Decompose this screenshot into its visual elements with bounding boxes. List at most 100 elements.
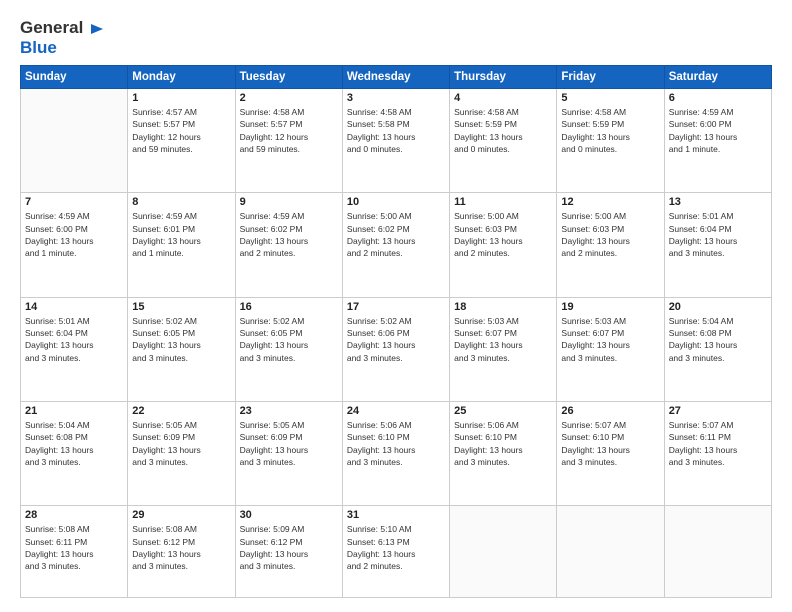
weekday-header-cell: Tuesday (235, 66, 342, 89)
calendar-day-cell: 19Sunrise: 5:03 AM Sunset: 6:07 PM Dayli… (557, 297, 664, 401)
day-info: Sunrise: 5:00 AM Sunset: 6:02 PM Dayligh… (347, 210, 445, 259)
calendar-day-cell (664, 506, 771, 598)
day-number: 8 (132, 196, 230, 208)
day-number: 13 (669, 196, 767, 208)
day-info: Sunrise: 5:02 AM Sunset: 6:06 PM Dayligh… (347, 315, 445, 364)
day-info: Sunrise: 5:00 AM Sunset: 6:03 PM Dayligh… (561, 210, 659, 259)
day-number: 15 (132, 301, 230, 313)
day-info: Sunrise: 5:00 AM Sunset: 6:03 PM Dayligh… (454, 210, 552, 259)
logo: General Blue (20, 18, 103, 57)
day-number: 18 (454, 301, 552, 313)
day-number: 9 (240, 196, 338, 208)
calendar-day-cell: 31Sunrise: 5:10 AM Sunset: 6:13 PM Dayli… (342, 506, 449, 598)
day-number: 1 (132, 92, 230, 104)
day-info: Sunrise: 5:08 AM Sunset: 6:12 PM Dayligh… (132, 523, 230, 572)
day-info: Sunrise: 5:05 AM Sunset: 6:09 PM Dayligh… (132, 419, 230, 468)
day-info: Sunrise: 5:03 AM Sunset: 6:07 PM Dayligh… (561, 315, 659, 364)
calendar-week-row: 28Sunrise: 5:08 AM Sunset: 6:11 PM Dayli… (21, 506, 772, 598)
day-number: 23 (240, 405, 338, 417)
day-info: Sunrise: 5:08 AM Sunset: 6:11 PM Dayligh… (25, 523, 123, 572)
day-info: Sunrise: 4:58 AM Sunset: 5:57 PM Dayligh… (240, 106, 338, 155)
day-info: Sunrise: 4:58 AM Sunset: 5:59 PM Dayligh… (454, 106, 552, 155)
day-number: 16 (240, 301, 338, 313)
day-info: Sunrise: 5:02 AM Sunset: 6:05 PM Dayligh… (132, 315, 230, 364)
calendar-day-cell: 12 Sunrise: 5:00 AM Sunset: 6:03 PM Dayli… (557, 193, 664, 297)
calendar-day-cell: 8 Sunrise: 4:59 AM Sunset: 6:01 PM Daylig… (128, 193, 235, 297)
day-number: 3 (347, 92, 445, 104)
day-number: 17 (347, 301, 445, 313)
day-info: Sunrise: 4:58 AM Sunset: 5:58 PM Dayligh… (347, 106, 445, 155)
day-number: 11 (454, 196, 552, 208)
day-number: 5 (561, 92, 659, 104)
day-info: Sunrise: 5:01 AM Sunset: 6:04 PM Dayligh… (25, 315, 123, 364)
calendar-day-cell: 28Sunrise: 5:08 AM Sunset: 6:11 PM Dayli… (21, 506, 128, 598)
calendar-day-cell: 1 Sunrise: 4:57 AM Sunset: 5:57 PM Daylig… (128, 89, 235, 193)
day-info: Sunrise: 5:04 AM Sunset: 6:08 PM Dayligh… (669, 315, 767, 364)
day-number: 14 (25, 301, 123, 313)
weekday-header-cell: Friday (557, 66, 664, 89)
calendar-day-cell: 2 Sunrise: 4:58 AM Sunset: 5:57 PM Daylig… (235, 89, 342, 193)
day-number: 24 (347, 405, 445, 417)
day-info: Sunrise: 5:06 AM Sunset: 6:10 PM Dayligh… (454, 419, 552, 468)
day-info: Sunrise: 4:59 AM Sunset: 6:00 PM Dayligh… (669, 106, 767, 155)
day-info: Sunrise: 5:04 AM Sunset: 6:08 PM Dayligh… (25, 419, 123, 468)
calendar-day-cell: 7 Sunrise: 4:59 AM Sunset: 6:00 PM Daylig… (21, 193, 128, 297)
calendar-day-cell: 15 Sunrise: 5:02 AM Sunset: 6:05 PM Dayli… (128, 297, 235, 401)
day-number: 2 (240, 92, 338, 104)
calendar-day-cell: 27Sunrise: 5:07 AM Sunset: 6:11 PM Dayli… (664, 402, 771, 506)
day-number: 12 (561, 196, 659, 208)
header: General Blue (20, 18, 772, 57)
calendar-day-cell: 6 Sunrise: 4:59 AM Sunset: 6:00 PM Daylig… (664, 89, 771, 193)
calendar-week-row: 14 Sunrise: 5:01 AM Sunset: 6:04 PM Dayli… (21, 297, 772, 401)
day-number: 30 (240, 509, 338, 521)
weekday-header-cell: Saturday (664, 66, 771, 89)
day-number: 26 (561, 405, 659, 417)
day-number: 6 (669, 92, 767, 104)
day-info: Sunrise: 4:59 AM Sunset: 6:01 PM Dayligh… (132, 210, 230, 259)
day-number: 25 (454, 405, 552, 417)
calendar-day-cell: 3 Sunrise: 4:58 AM Sunset: 5:58 PM Daylig… (342, 89, 449, 193)
weekday-header-cell: Monday (128, 66, 235, 89)
day-info: Sunrise: 4:59 AM Sunset: 6:00 PM Dayligh… (25, 210, 123, 259)
day-number: 20 (669, 301, 767, 313)
calendar-day-cell (21, 89, 128, 193)
calendar-day-cell: 29 Sunrise: 5:08 AM Sunset: 6:12 PM Dayli… (128, 506, 235, 598)
calendar-week-row: 21 Sunrise: 5:04 AM Sunset: 6:08 PM Dayli… (21, 402, 772, 506)
calendar-day-cell: 22 Sunrise: 5:05 AM Sunset: 6:09 PM Dayli… (128, 402, 235, 506)
calendar-day-cell: 9 Sunrise: 4:59 AM Sunset: 6:02 PM Daylig… (235, 193, 342, 297)
day-number: 31 (347, 509, 445, 521)
calendar-day-cell: 25 Sunrise: 5:06 AM Sunset: 6:10 PM Dayli… (450, 402, 557, 506)
weekday-header-cell: Sunday (21, 66, 128, 89)
calendar-day-cell: 4 Sunrise: 4:58 AM Sunset: 5:59 PM Daylig… (450, 89, 557, 193)
day-info: Sunrise: 5:07 AM Sunset: 6:11 PM Dayligh… (669, 419, 767, 468)
day-info: Sunrise: 5:05 AM Sunset: 6:09 PM Dayligh… (240, 419, 338, 468)
day-info: Sunrise: 4:59 AM Sunset: 6:02 PM Dayligh… (240, 210, 338, 259)
calendar-day-cell: 21 Sunrise: 5:04 AM Sunset: 6:08 PM Dayli… (21, 402, 128, 506)
calendar-week-row: 7 Sunrise: 4:59 AM Sunset: 6:00 PM Daylig… (21, 193, 772, 297)
calendar-day-cell: 11 Sunrise: 5:00 AM Sunset: 6:03 PM Dayli… (450, 193, 557, 297)
calendar-table: SundayMondayTuesdayWednesdayThursdayFrid… (20, 65, 772, 598)
logo-arrow-icon (89, 22, 103, 36)
day-number: 21 (25, 405, 123, 417)
day-number: 10 (347, 196, 445, 208)
day-info: Sunrise: 5:09 AM Sunset: 6:12 PM Dayligh… (240, 523, 338, 572)
day-info: Sunrise: 5:06 AM Sunset: 6:10 PM Dayligh… (347, 419, 445, 468)
day-number: 22 (132, 405, 230, 417)
day-number: 7 (25, 196, 123, 208)
calendar-day-cell: 13Sunrise: 5:01 AM Sunset: 6:04 PM Dayli… (664, 193, 771, 297)
day-info: Sunrise: 4:58 AM Sunset: 5:59 PM Dayligh… (561, 106, 659, 155)
day-number: 4 (454, 92, 552, 104)
weekday-header-row: SundayMondayTuesdayWednesdayThursdayFrid… (21, 66, 772, 89)
day-info: Sunrise: 4:57 AM Sunset: 5:57 PM Dayligh… (132, 106, 230, 155)
weekday-header-cell: Thursday (450, 66, 557, 89)
calendar-day-cell: 24 Sunrise: 5:06 AM Sunset: 6:10 PM Dayli… (342, 402, 449, 506)
day-number: 29 (132, 509, 230, 521)
calendar-week-row: 1 Sunrise: 4:57 AM Sunset: 5:57 PM Daylig… (21, 89, 772, 193)
calendar-day-cell: 30 Sunrise: 5:09 AM Sunset: 6:12 PM Dayli… (235, 506, 342, 598)
calendar-day-cell: 16Sunrise: 5:02 AM Sunset: 6:05 PM Dayli… (235, 297, 342, 401)
calendar-day-cell: 5 Sunrise: 4:58 AM Sunset: 5:59 PM Daylig… (557, 89, 664, 193)
calendar-day-cell: 14 Sunrise: 5:01 AM Sunset: 6:04 PM Dayli… (21, 297, 128, 401)
calendar-day-cell: 26Sunrise: 5:07 AM Sunset: 6:10 PM Dayli… (557, 402, 664, 506)
page: General Blue SundayMondayTuesdayWednesda… (0, 0, 792, 612)
logo-text: General Blue (20, 18, 103, 57)
